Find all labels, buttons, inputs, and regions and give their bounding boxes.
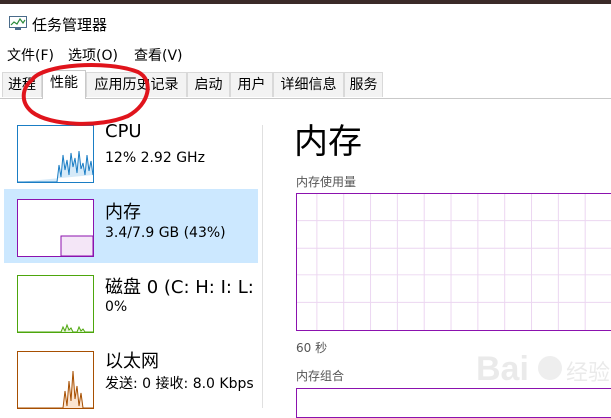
detail-title: 内存 bbox=[294, 122, 362, 162]
memory-composition-label: 内存组合 bbox=[296, 369, 345, 383]
resource-name: 以太网 bbox=[105, 351, 159, 372]
menu-view[interactable]: 查看(V) bbox=[134, 45, 183, 65]
window-title: 任务管理器 bbox=[32, 16, 108, 34]
tab-bar: 进程 性能 应用历史记录 启动 用户 详细信息 服务 bbox=[0, 70, 611, 99]
resource-name: 磁盘 0 (C: H: I: L: bbox=[105, 277, 254, 298]
resource-item-ethernet[interactable]: 以太网 发送: 0 接收: 8.0 Kbps bbox=[4, 341, 258, 415]
memory-composition-bar bbox=[296, 388, 611, 418]
svg-text:经验: 经验 bbox=[566, 361, 610, 386]
time-span-label: 60 秒 bbox=[296, 341, 328, 355]
resource-item-memory[interactable]: 内存 3.4/7.9 GB (43%) bbox=[4, 189, 258, 263]
memory-usage-label: 内存使用量 bbox=[296, 175, 357, 189]
resource-detail: 0% bbox=[105, 299, 128, 315]
menu-options[interactable]: 选项(O) bbox=[68, 45, 118, 65]
resource-name: CPU bbox=[105, 121, 142, 142]
cpu-thumbnail-graph bbox=[17, 125, 94, 183]
tab-performance[interactable]: 性能 bbox=[42, 70, 86, 99]
resource-item-cpu[interactable]: CPU 12% 2.92 GHz bbox=[4, 115, 258, 189]
disk-thumbnail-graph bbox=[17, 275, 94, 333]
resource-list: CPU 12% 2.92 GHz 内存 3.4/7.9 GB (43%) 磁盘 … bbox=[0, 99, 262, 409]
task-manager-icon bbox=[9, 16, 27, 30]
memory-thumbnail-graph bbox=[17, 199, 94, 257]
resource-detail: 发送: 0 接收: 8.0 Kbps bbox=[105, 376, 254, 392]
resource-name: 内存 bbox=[105, 202, 141, 223]
title-bar: 任务管理器 bbox=[0, 4, 611, 42]
menu-bar: 文件(F) 选项(O) 查看(V) bbox=[0, 42, 611, 66]
resource-detail: 12% 2.92 GHz bbox=[105, 150, 205, 166]
menu-file[interactable]: 文件(F) bbox=[7, 45, 54, 65]
ethernet-thumbnail-graph bbox=[17, 351, 94, 409]
svg-text:Bai: Bai bbox=[476, 350, 529, 388]
tab-users[interactable]: 用户 bbox=[230, 72, 273, 97]
tab-startup[interactable]: 启动 bbox=[187, 72, 230, 97]
tab-services[interactable]: 服务 bbox=[344, 72, 383, 97]
tab-details[interactable]: 详细信息 bbox=[273, 72, 344, 97]
tab-app-history[interactable]: 应用历史记录 bbox=[86, 72, 187, 97]
memory-usage-graph bbox=[296, 193, 611, 331]
resource-item-disk[interactable]: 磁盘 0 (C: H: I: L: 0% bbox=[4, 265, 258, 339]
resource-detail: 3.4/7.9 GB (43%) bbox=[105, 225, 226, 241]
panel-divider bbox=[262, 125, 263, 408]
tab-processes[interactable]: 进程 bbox=[2, 72, 42, 97]
